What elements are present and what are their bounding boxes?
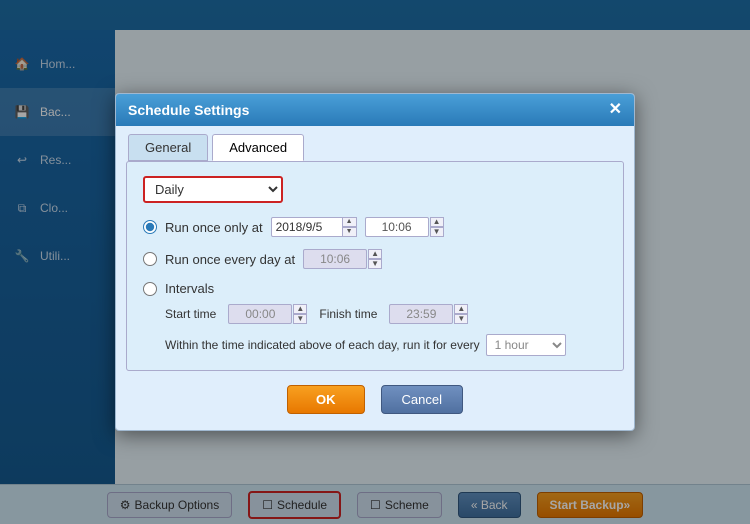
date-up-arrow[interactable]: ▲ xyxy=(343,217,357,227)
date-spinbox: ▲ ▼ xyxy=(271,217,357,238)
dialog-titlebar: Schedule Settings ✕ xyxy=(116,94,634,126)
run-every-day-row: Run once every day at ▲ ▼ xyxy=(143,249,607,269)
run-once-up-arrow[interactable]: ▲ xyxy=(430,217,444,227)
intervals-time-row: Start time ▲ ▼ Finish time ▲ ▼ xyxy=(165,304,607,324)
start-spin-arrows: ▲ ▼ xyxy=(293,304,307,324)
finish-time-input[interactable] xyxy=(389,304,453,324)
every-day-down-arrow[interactable]: ▼ xyxy=(368,259,382,269)
run-once-label: Run once only at xyxy=(165,220,263,235)
run-every-day-radio[interactable] xyxy=(143,252,157,266)
run-once-spin-arrows: ▲ ▼ xyxy=(430,217,444,237)
run-every-day-label: Run once every day at xyxy=(165,252,295,267)
run-once-down-arrow[interactable]: ▼ xyxy=(430,227,444,237)
every-day-spin-arrows: ▲ ▼ xyxy=(368,249,382,269)
every-day-time-spinbox: ▲ ▼ xyxy=(303,249,382,269)
ok-button[interactable]: OK xyxy=(287,385,365,414)
start-down-arrow[interactable]: ▼ xyxy=(293,314,307,324)
cancel-button[interactable]: Cancel xyxy=(381,385,463,414)
dialog-close-button[interactable]: ✕ xyxy=(609,102,622,118)
finish-time-label: Finish time xyxy=(319,307,377,321)
tab-advanced[interactable]: Advanced xyxy=(212,134,304,161)
dialog-title: Schedule Settings xyxy=(128,102,249,118)
frequency-dropdown-row: Daily Weekly Monthly Once USB plug in Re… xyxy=(143,176,607,203)
frequency-select[interactable]: Daily Weekly Monthly Once USB plug in Re… xyxy=(143,176,283,203)
within-text: Within the time indicated above of each … xyxy=(165,338,480,352)
finish-spin-arrows: ▲ ▼ xyxy=(454,304,468,324)
intervals-radio[interactable] xyxy=(143,282,157,296)
schedule-dialog: Schedule Settings ✕ General Advanced Dai… xyxy=(115,93,635,432)
run-once-time-input[interactable] xyxy=(365,217,429,237)
date-arrows: ▲ ▼ xyxy=(343,217,357,238)
start-time-spinbox: ▲ ▼ xyxy=(228,304,307,324)
run-once-time-spinbox: ▲ ▼ xyxy=(365,217,444,237)
every-day-time-input[interactable] xyxy=(303,249,367,269)
run-once-radio[interactable] xyxy=(143,220,157,234)
run-once-row: Run once only at ▲ ▼ ▲ ▼ xyxy=(143,217,607,238)
hour-select[interactable]: 1 hour 2 hours 3 hours 6 hours 12 hours xyxy=(486,334,566,356)
dialog-body: Daily Weekly Monthly Once USB plug in Re… xyxy=(126,161,624,372)
start-time-input[interactable] xyxy=(228,304,292,324)
tab-general[interactable]: General xyxy=(128,134,208,161)
date-input[interactable] xyxy=(271,217,343,237)
intervals-label: Intervals xyxy=(165,281,214,296)
modal-overlay: Schedule Settings ✕ General Advanced Dai… xyxy=(0,0,750,524)
start-time-label: Start time xyxy=(165,307,216,321)
finish-time-spinbox: ▲ ▼ xyxy=(389,304,468,324)
dialog-footer: OK Cancel xyxy=(116,385,634,414)
start-up-arrow[interactable]: ▲ xyxy=(293,304,307,314)
finish-down-arrow[interactable]: ▼ xyxy=(454,314,468,324)
intervals-radio-row: Intervals xyxy=(143,281,607,296)
dialog-tabs: General Advanced xyxy=(116,126,634,161)
date-down-arrow[interactable]: ▼ xyxy=(343,227,357,237)
finish-up-arrow[interactable]: ▲ xyxy=(454,304,468,314)
within-time-row: Within the time indicated above of each … xyxy=(165,334,607,356)
every-day-up-arrow[interactable]: ▲ xyxy=(368,249,382,259)
